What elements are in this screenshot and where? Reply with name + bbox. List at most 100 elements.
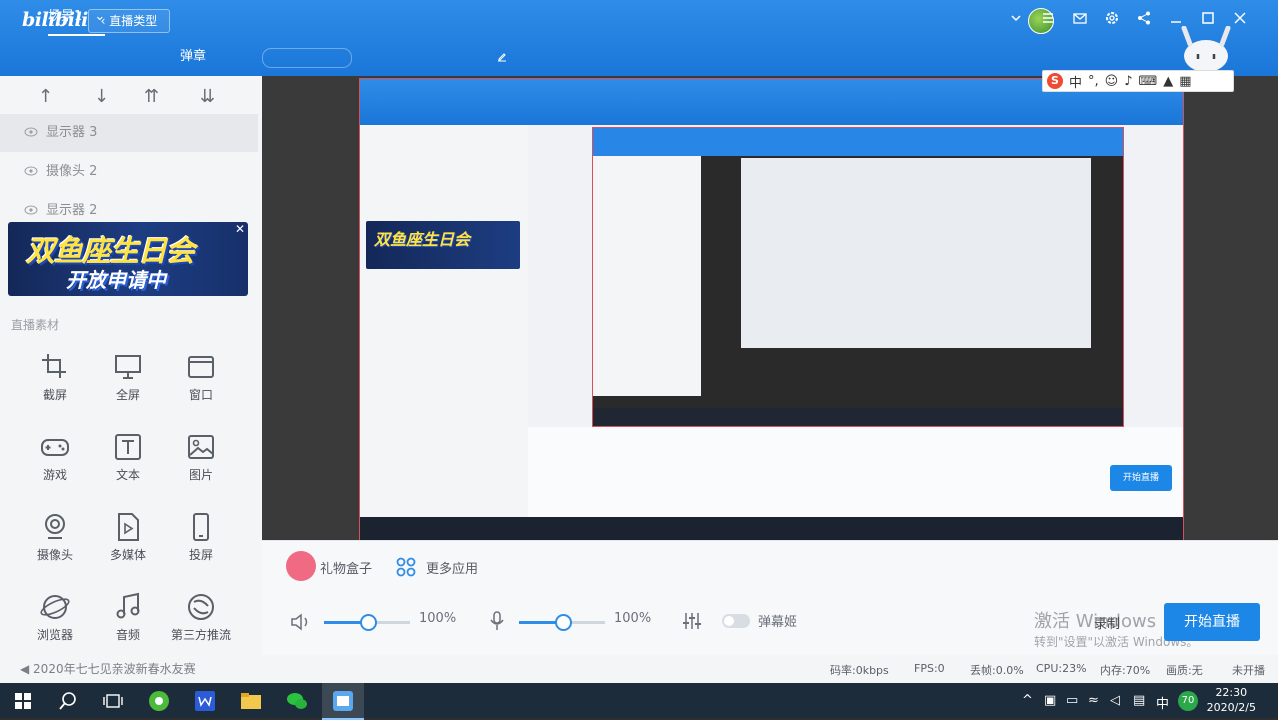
tab-scene-1-label: 场景1 [48, 9, 83, 24]
ime-mode: 中 [1069, 75, 1083, 91]
mic-slider[interactable] [519, 614, 605, 631]
nested-inner-taskbar [593, 408, 1123, 426]
ime-toolbar[interactable]: S 中 °, ☺ ♪ ⌨ ▲ ▦ [1042, 70, 1234, 92]
bilibili-live-window: bilibili ‹ 直播类型 场景1 ⌄ 弹章 ↑ ↓ ⇈ ⇊ 显示器 3 摄… [0, 0, 1278, 683]
nested-taskbar [360, 517, 1183, 540]
settings-icon[interactable] [1104, 10, 1120, 26]
battery-icon[interactable]: ▭ [1066, 693, 1078, 708]
tray-app-icon[interactable]: ▣ [1044, 693, 1056, 708]
section-title: 直播素材 [11, 318, 60, 332]
tab-scene-1[interactable]: 场景1 ⌄ [48, 0, 106, 36]
title-bar: bilibili ‹ 直播类型 场景1 ⌄ 弹章 [0, 0, 1278, 76]
eye-icon[interactable] [24, 205, 38, 215]
move-top-icon[interactable]: ⇈ [144, 86, 159, 107]
material-browser[interactable]: 浏览器 [18, 586, 92, 652]
promo-banner[interactable]: 双鱼座生日会 开放申请中 ✕ [8, 222, 248, 296]
material-webcam[interactable]: 摄像头 [18, 506, 92, 572]
speaker-icon[interactable] [290, 613, 312, 631]
material-music[interactable]: 音频 [91, 586, 165, 652]
move-up-icon[interactable]: ↑ [38, 86, 53, 107]
record-button[interactable]: 录制 [1094, 613, 1120, 632]
material-stream[interactable]: 第三方推流 [164, 586, 238, 652]
material-label: 第三方推流 [170, 628, 231, 642]
browser-app-icon[interactable] [148, 690, 170, 712]
apps-icon[interactable] [396, 557, 416, 577]
text-icon [115, 434, 141, 460]
move-bottom-icon[interactable]: ⇊ [200, 86, 215, 107]
cpu-status: CPU:23% [1036, 662, 1087, 675]
mic-value: 100% [614, 611, 652, 626]
start-live-button[interactable]: 开始直播 [1164, 603, 1260, 641]
eye-icon[interactable] [24, 127, 38, 137]
ime-indicator[interactable]: 中 [1156, 693, 1169, 712]
share-icon[interactable] [1136, 10, 1152, 26]
mic-knob[interactable] [555, 614, 572, 631]
source-item[interactable]: 摄像头 2 [0, 153, 258, 191]
volume-icon[interactable]: ◁ [1110, 693, 1120, 708]
material-label: 多媒体 [109, 548, 146, 562]
scene-name-field[interactable] [262, 48, 352, 68]
volume-knob[interactable] [360, 614, 377, 631]
mixer-icon[interactable] [682, 611, 702, 631]
material-phone-cast[interactable]: 投屏 [164, 506, 238, 572]
preview-capture: 双鱼座生日会 开始直播 [359, 78, 1184, 541]
close-icon[interactable]: ✕ [235, 222, 245, 236]
nested-banner-text: 双鱼座生日会 [374, 230, 471, 249]
material-label: 浏览器 [36, 628, 73, 642]
gift-icon[interactable] [286, 551, 316, 581]
emoji-icon: ☺ [1104, 73, 1119, 89]
material-monitor[interactable]: 全屏 [91, 346, 165, 412]
minimize-icon[interactable] [1168, 10, 1184, 26]
media-icon [118, 513, 139, 541]
active-app-slot[interactable] [322, 683, 364, 720]
microphone-icon[interactable] [490, 611, 504, 631]
notification-icon[interactable]: ▤ [1133, 693, 1145, 708]
live-type-label: 直播类型 [109, 14, 158, 28]
edit-icon[interactable] [497, 52, 507, 62]
more-apps-label[interactable]: 更多应用 [426, 558, 478, 577]
maximize-icon[interactable] [1200, 10, 1216, 26]
search-icon[interactable] [57, 690, 79, 712]
sogou-icon: S [1047, 73, 1063, 89]
move-down-icon[interactable]: ↓ [94, 86, 109, 107]
menu-icon[interactable] [1040, 10, 1056, 26]
close-icon[interactable] [1232, 10, 1248, 26]
material-text[interactable]: 文本 [91, 426, 165, 492]
material-gamepad[interactable]: 游戏 [18, 426, 92, 492]
material-label: 文本 [115, 468, 140, 482]
wifi-icon[interactable]: ≈ [1088, 693, 1099, 708]
live-app-icon [333, 691, 353, 711]
task-view-icon[interactable] [102, 690, 124, 712]
danmaku-toggle[interactable] [722, 614, 750, 628]
material-media[interactable]: 多媒体 [91, 506, 165, 572]
monitor-icon [115, 355, 141, 379]
material-label: 截屏 [42, 388, 67, 402]
material-crop[interactable]: 截屏 [18, 346, 92, 412]
control-bar: 礼物盒子 更多应用 100% 100% 弹幕姬 激活 Windows 转到"设置… [262, 540, 1278, 655]
material-image[interactable]: 图片 [164, 426, 238, 492]
material-window[interactable]: 窗口 [164, 346, 238, 412]
material-label: 投屏 [188, 548, 213, 562]
taskbar-clock[interactable]: 22:30 2020/2/5 [1207, 685, 1256, 715]
mail-icon[interactable] [1072, 10, 1088, 26]
gift-box-label[interactable]: 礼物盒子 [320, 558, 372, 577]
stream-icon [188, 594, 214, 620]
wechat-icon[interactable] [286, 690, 308, 712]
chevron-up-icon[interactable]: ^ [1022, 693, 1033, 708]
word-app-icon[interactable] [194, 690, 216, 712]
windows-taskbar: ^ ▣ ▭ ≈ ◁ ▤ 中 70 22:30 2020/2/5 [0, 683, 1278, 720]
volume-slider[interactable] [324, 614, 410, 631]
source-order-toolbar: ↑ ↓ ⇈ ⇊ [0, 84, 262, 114]
file-explorer-icon[interactable] [240, 690, 262, 712]
webcam-icon [45, 514, 65, 539]
source-item[interactable]: 显示器 3 [0, 114, 258, 152]
eye-icon[interactable] [24, 166, 38, 176]
tab-danmaku[interactable]: 弹章 [180, 40, 206, 74]
danmaku-label: 弹幕姬 [758, 615, 798, 630]
material-label: 游戏 [42, 468, 67, 482]
preview-canvas[interactable]: 双鱼座生日会 开始直播 [262, 76, 1278, 541]
chevron-down-icon[interactable] [1008, 10, 1024, 26]
live-state-status: 未开播 [1232, 664, 1265, 677]
windows-start-icon[interactable] [12, 690, 34, 712]
tray-badge[interactable]: 70 [1178, 691, 1198, 711]
